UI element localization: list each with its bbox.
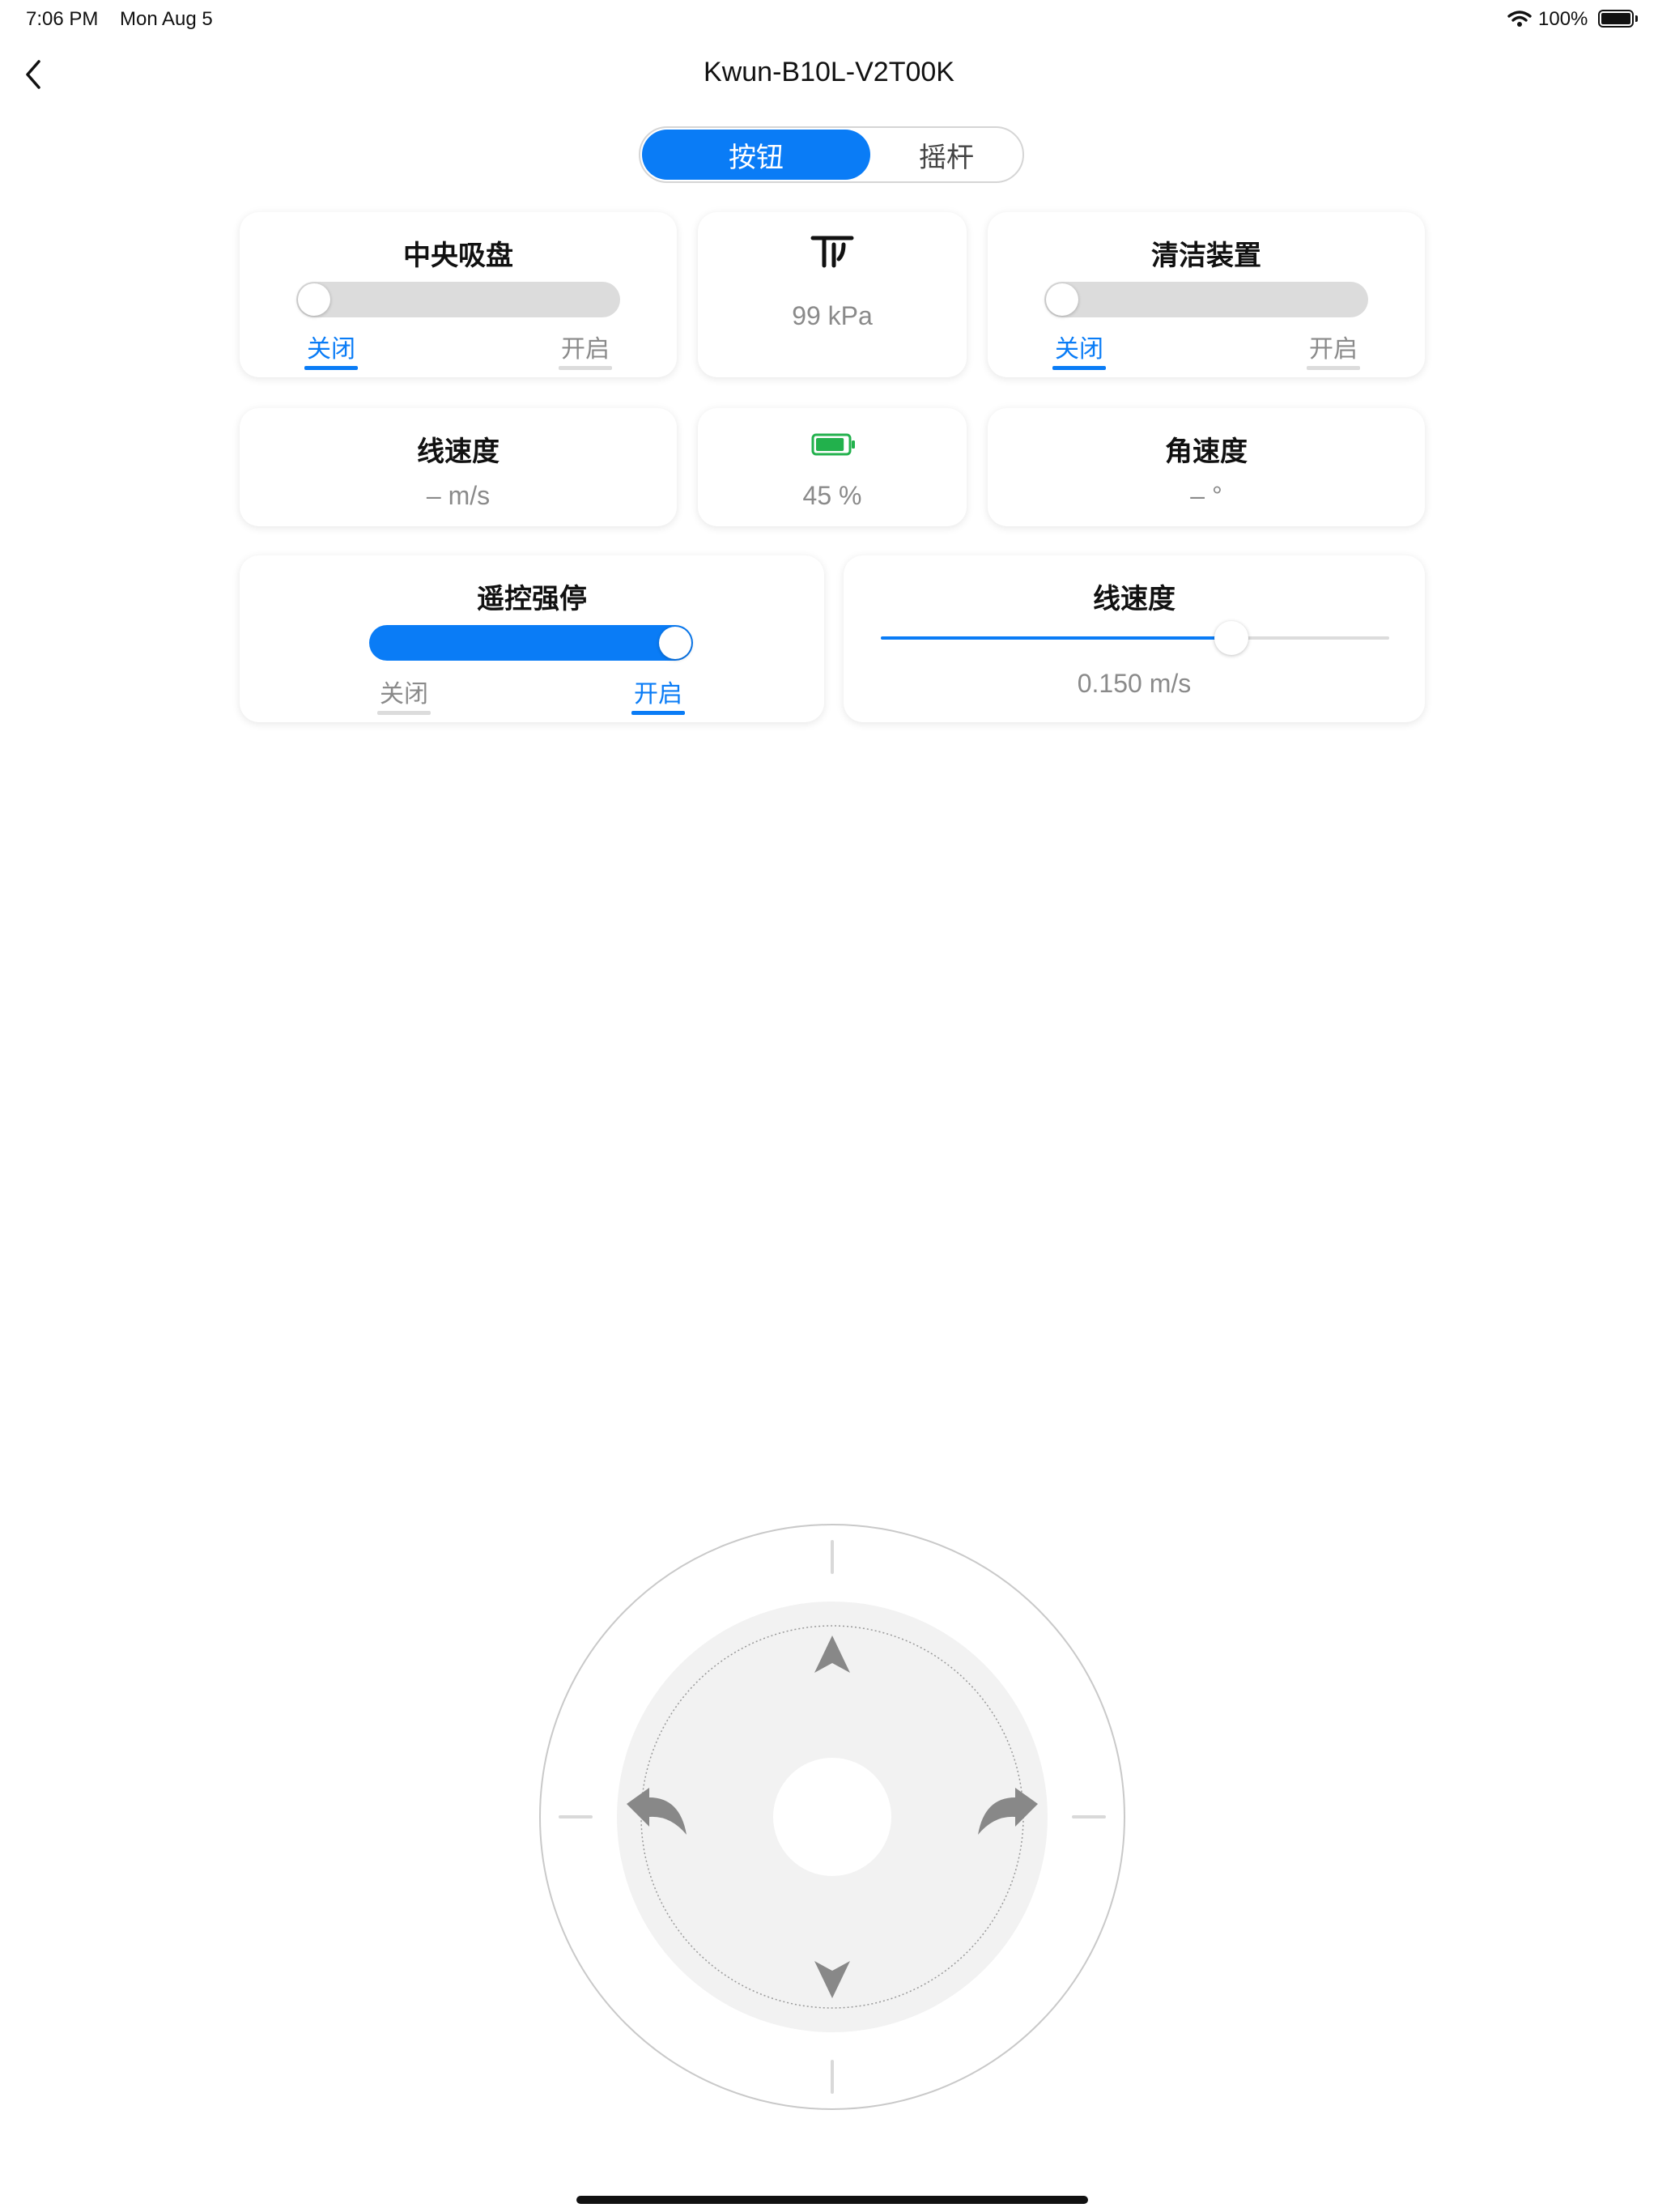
battery-card: 45 % — [698, 408, 967, 526]
angular-speed-value: – ° — [1190, 481, 1222, 510]
status-time: 7:06 PM — [26, 8, 99, 30]
linear-speed-title: 线速度 — [417, 436, 500, 467]
suction-off-underline — [304, 366, 358, 370]
mode-segmented-control: 按钮 摇杆 — [639, 126, 1024, 183]
tick-right — [1072, 1815, 1106, 1819]
suction-card: 中央吸盘 关闭 开启 — [240, 212, 677, 377]
angular-speed-title: 角速度 — [1165, 436, 1248, 467]
linear-speed-value: – m/s — [426, 481, 491, 510]
angular-speed-card: 角速度 – ° — [988, 408, 1425, 526]
switch-knob — [659, 627, 691, 659]
suction-off-option[interactable]: 关闭 — [303, 329, 359, 364]
status-battery-tip — [1635, 15, 1638, 22]
estop-on-underline — [631, 711, 685, 715]
remote-estop-card: 遥控强停 关闭 开启 — [240, 555, 824, 722]
speed-slider-title: 线速度 — [1093, 584, 1175, 615]
pressure-card: 99 kPa — [698, 212, 967, 377]
battery-value: 45 % — [802, 481, 862, 510]
tab-buttons[interactable]: 按钮 — [642, 130, 870, 180]
speed-slider-value: 0.150 m/s — [1077, 669, 1192, 698]
pressure-value: 99 kPa — [792, 301, 873, 330]
home-indicator — [576, 2196, 1088, 2204]
linear-speed-card: 线速度 – m/s — [240, 408, 677, 526]
estop-off-option[interactable]: 关闭 — [376, 674, 432, 709]
joystick-center-knob[interactable] — [773, 1758, 891, 1876]
battery-percent: 100% — [1538, 8, 1588, 30]
speed-slider-knob[interactable] — [1214, 621, 1249, 655]
estop-off-underline — [377, 711, 431, 715]
switch-knob — [298, 283, 330, 316]
suction-on-underline — [559, 366, 612, 370]
estop-on-option[interactable]: 开启 — [630, 674, 687, 709]
wifi-icon — [1507, 11, 1532, 27]
remote-estop-switch[interactable] — [369, 625, 693, 661]
cleaning-title: 清洁装置 — [1151, 240, 1261, 271]
suction-switch[interactable] — [296, 282, 620, 317]
cleaning-off-underline — [1052, 366, 1106, 370]
battery-icon — [811, 433, 855, 456]
remote-estop-title: 遥控强停 — [477, 584, 587, 615]
joystick-pad — [539, 1524, 1125, 2110]
cleaning-switch[interactable] — [1044, 282, 1368, 317]
tick-top — [831, 1540, 834, 1574]
suction-on-option[interactable]: 开启 — [557, 329, 614, 364]
cleaning-on-option[interactable]: 开启 — [1305, 329, 1362, 364]
slider-fill — [881, 636, 1232, 640]
speed-slider-card: 线速度 0.150 m/s — [844, 555, 1425, 722]
status-battery-icon — [1598, 10, 1634, 28]
cleaning-off-option[interactable]: 关闭 — [1051, 329, 1107, 364]
page-title: Kwun-B10L-V2T00K — [704, 57, 954, 87]
pressure-icon — [810, 236, 854, 268]
suction-title: 中央吸盘 — [403, 240, 513, 271]
switch-knob — [1046, 283, 1078, 316]
tick-left — [559, 1815, 593, 1819]
cleaning-on-underline — [1307, 366, 1360, 370]
tab-joystick[interactable]: 摇杆 — [872, 130, 1021, 180]
cleaning-card: 清洁装置 关闭 开启 — [988, 212, 1425, 377]
tick-bottom — [831, 2060, 834, 2094]
status-date: Mon Aug 5 — [120, 8, 213, 30]
